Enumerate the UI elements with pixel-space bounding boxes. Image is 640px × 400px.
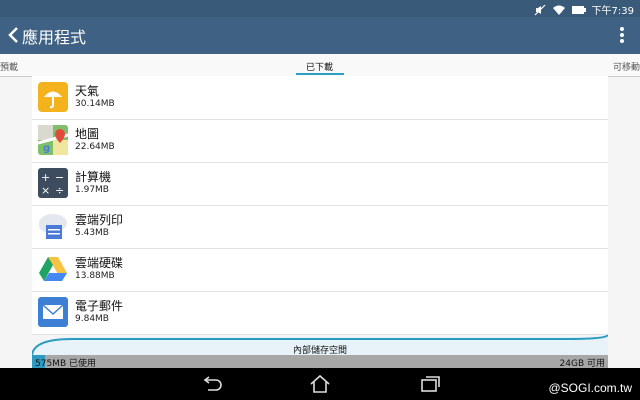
watermark: @SOGI.com.tw (548, 381, 632, 395)
svg-text:×: × (41, 184, 50, 197)
chevron-left-icon[interactable] (6, 25, 22, 45)
weather-umbrella-icon (38, 82, 68, 112)
maps-icon: g (38, 125, 68, 155)
calculator-icon: + − × ÷ (38, 168, 68, 198)
app-list: 天氣 30.14MB g 地圖 22.64MB + − × ÷ 計算機 1.97… (32, 76, 608, 335)
home-icon[interactable] (308, 374, 332, 394)
list-item-drive[interactable]: 雲端硬碟 13.88MB (32, 248, 608, 292)
app-name: 電子郵件 (75, 299, 124, 313)
app-size: 22.64MB (75, 142, 115, 152)
app-size: 30.14MB (75, 99, 115, 109)
overflow-menu-icon[interactable] (618, 25, 626, 45)
app-name: 計算機 (75, 170, 112, 184)
recents-icon[interactable] (418, 374, 442, 394)
back-icon[interactable] (200, 374, 224, 394)
list-item-calculator[interactable]: + − × ÷ 計算機 1.97MB (32, 162, 608, 206)
battery-icon (571, 5, 586, 14)
app-name: 雲端硬碟 (75, 256, 124, 270)
app-size: 1.97MB (75, 185, 109, 195)
app-bar: 應用程式 (0, 17, 640, 54)
list-item-weather[interactable]: 天氣 30.14MB (32, 76, 608, 120)
svg-text:g: g (43, 143, 50, 154)
tab-selected-indicator (296, 73, 344, 75)
status-icons: 下午7:39 (534, 2, 634, 17)
mute-icon (534, 4, 545, 15)
page-title: 應用程式 (22, 28, 87, 47)
tab-preloaded[interactable]: 預載 (0, 60, 18, 73)
tab-strip: 預載 已下載 可移動 (0, 54, 640, 77)
svg-text:÷: ÷ (55, 184, 64, 197)
app-name: 地圖 (75, 127, 100, 141)
drive-icon (39, 257, 67, 281)
app-size: 13.88MB (75, 271, 115, 281)
list-item-maps[interactable]: g 地圖 22.64MB (32, 119, 608, 163)
status-time: 下午7:39 (591, 6, 634, 17)
svg-text:+: + (41, 171, 50, 184)
app-size: 9.84MB (75, 314, 109, 324)
app-size: 5.43MB (75, 228, 109, 238)
app-name: 天氣 (75, 84, 100, 98)
svg-text:−: − (55, 171, 64, 184)
tab-downloaded[interactable]: 已下載 (306, 60, 333, 73)
tab-movable[interactable]: 可移動 (613, 60, 640, 73)
storage-indicator: 內部儲存空間 575MB 已使用 24GB 可用 (32, 333, 608, 369)
list-item-email[interactable]: 電子郵件 9.84MB (32, 291, 608, 335)
app-name: 雲端列印 (75, 213, 124, 227)
list-item-cloud-print[interactable]: 雲端列印 5.43MB (32, 205, 608, 249)
storage-bar: 575MB 已使用 24GB 可用 (32, 355, 608, 369)
wifi-icon (552, 5, 565, 15)
email-icon (38, 297, 68, 327)
navigation-bar (0, 368, 640, 400)
status-bar: 下午7:39 (0, 0, 640, 17)
cloud-print-icon (39, 214, 67, 239)
